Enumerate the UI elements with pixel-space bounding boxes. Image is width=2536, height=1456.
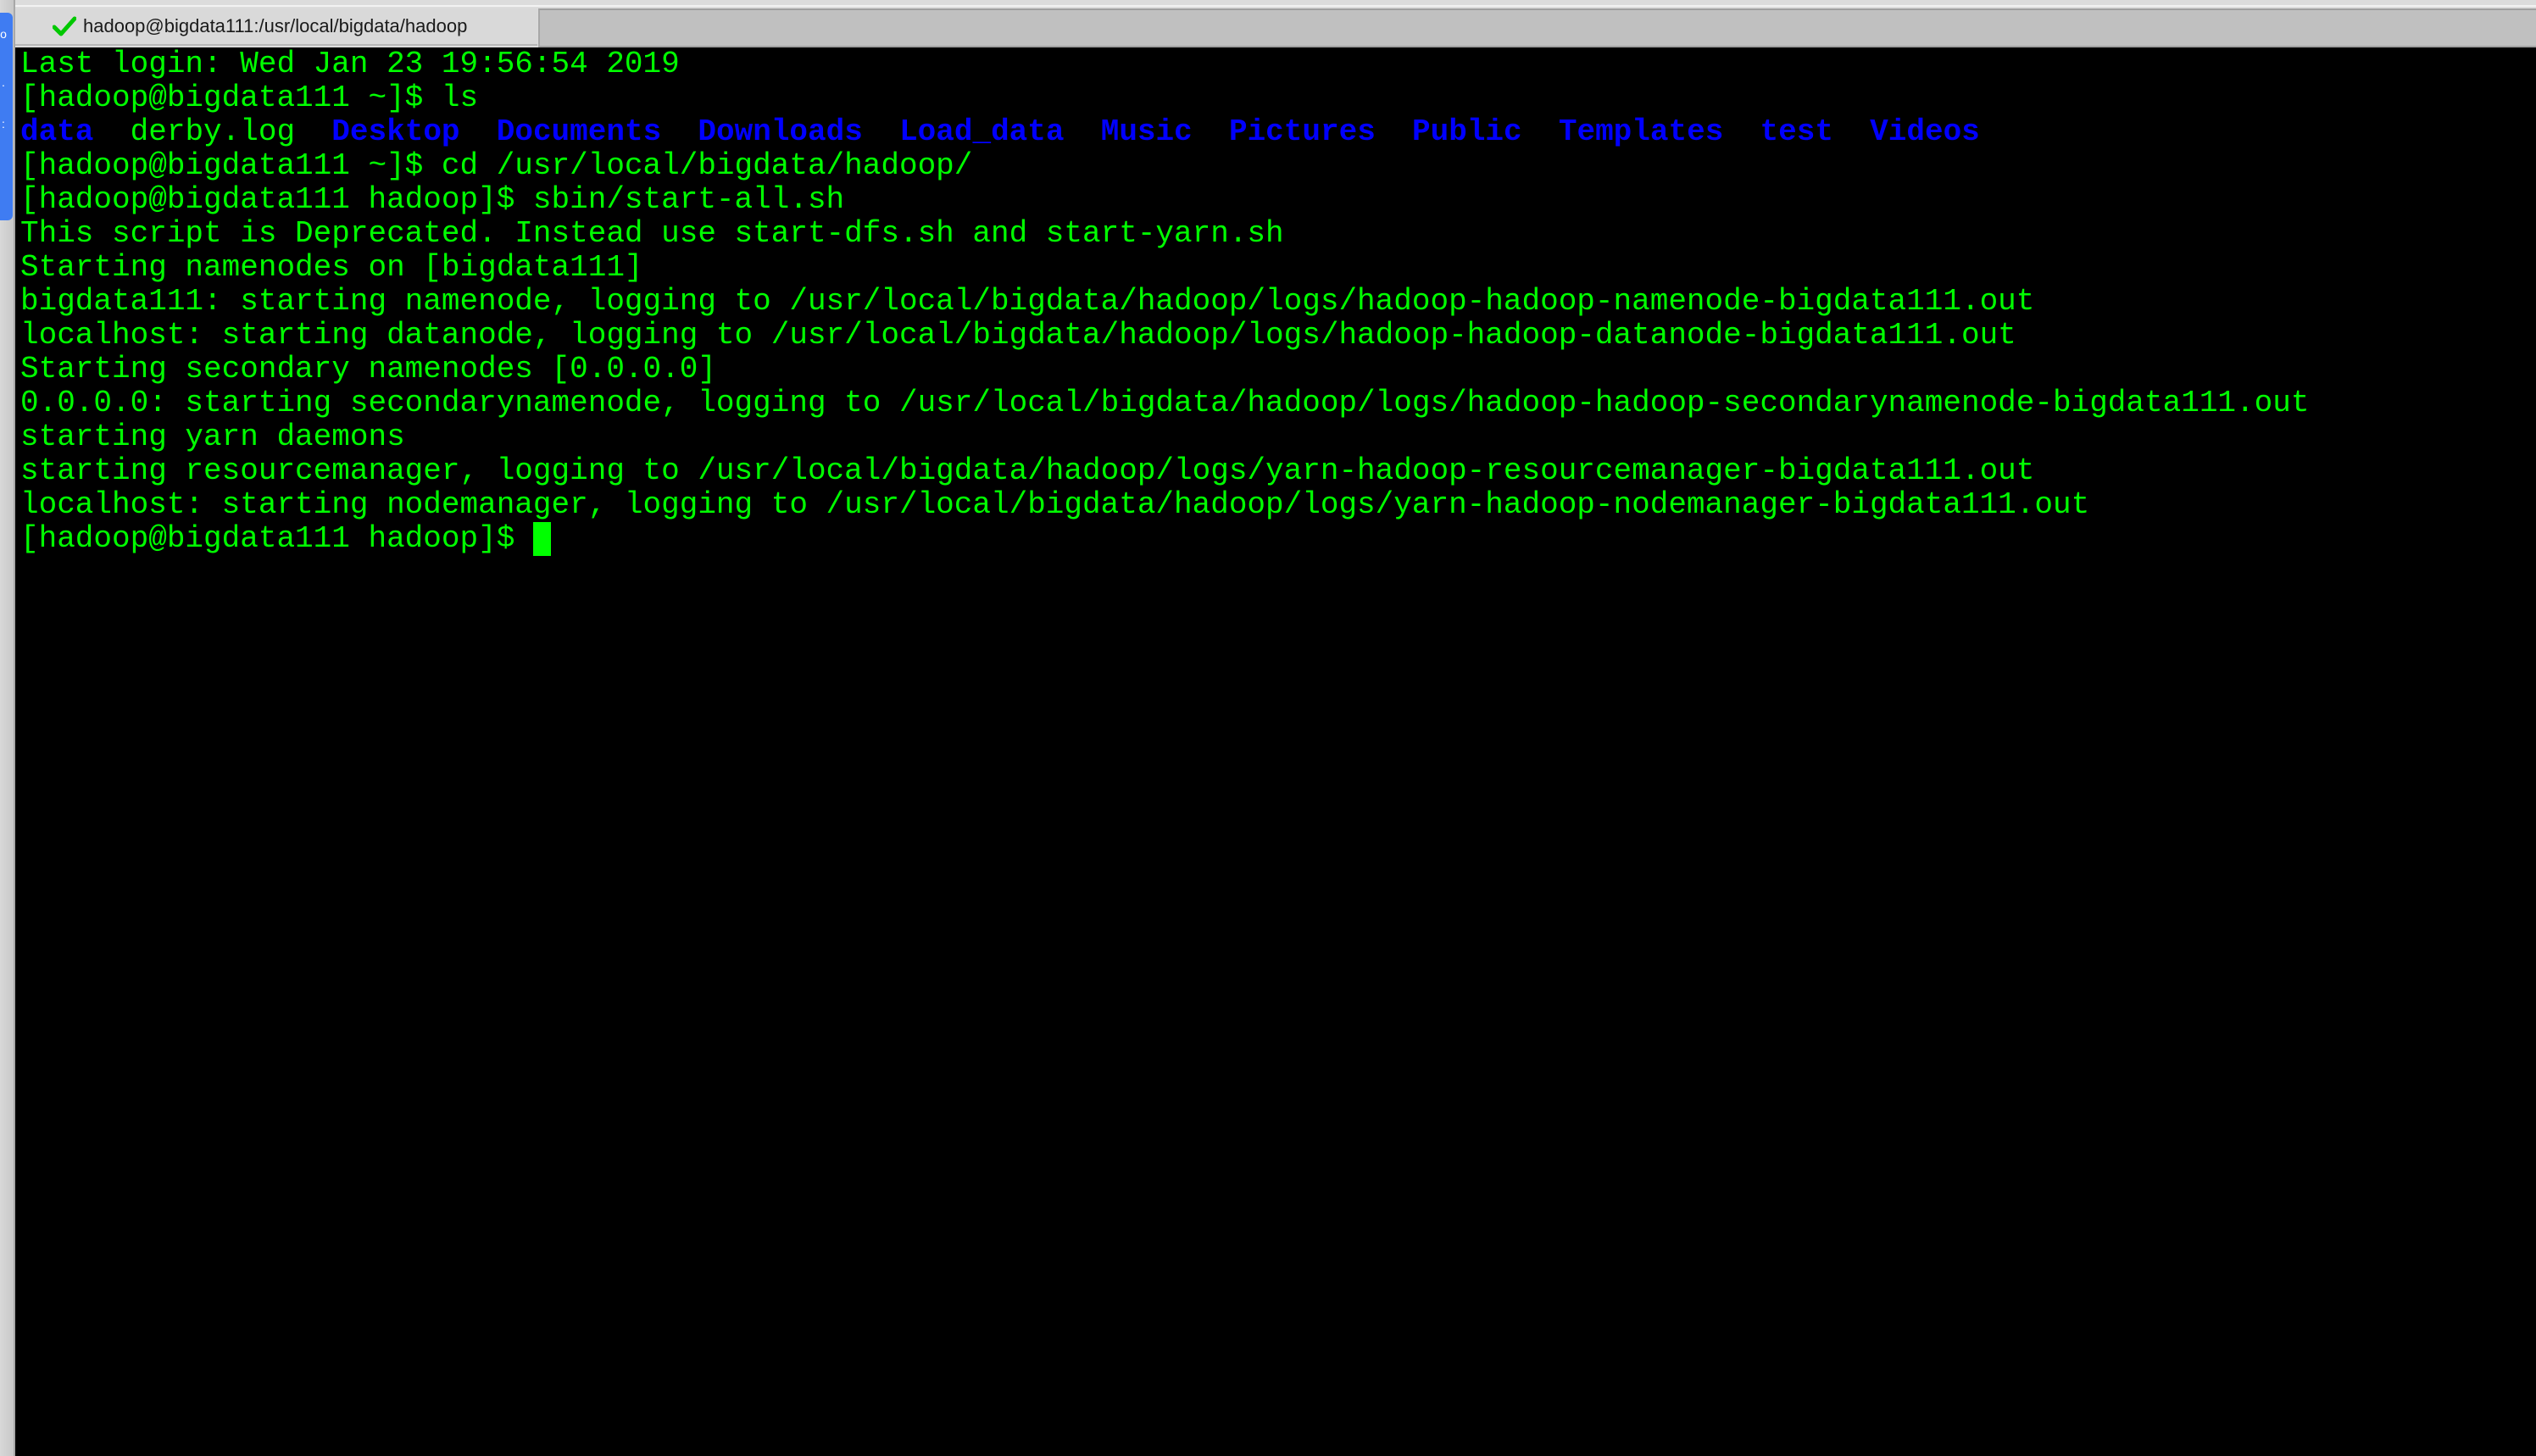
terminal-text: Last login: Wed Jan 23 19:56:54 2019 [20,47,680,81]
tab-title: hadoop@bigdata111:/usr/local/bigdata/had… [83,15,468,36]
directory-entry: Public [1412,114,1522,149]
terminal-line: data derby.log Desktop Documents Downloa… [20,115,2309,149]
tab-bar: hadoop@bigdata111:/usr/local/bigdata/had… [15,0,2536,47]
directory-entry: Videos [1870,114,1980,149]
directory-entry: Load_data [899,114,1065,149]
terminal-line: bigdata111: starting namenode, logging t… [20,285,2309,319]
terminal-line: [hadoop@bigdata111 ~]$ cd /usr/local/big… [20,149,2309,183]
checkmark-icon [52,16,77,36]
directory-entry: Music [1100,114,1193,149]
terminal-line: [hadoop@bigdata111 hadoop]$ sbin/start-a… [20,183,2309,217]
directory-entry: Pictures [1228,114,1376,149]
terminal-prompt-line[interactable]: [hadoop@bigdata111 hadoop]$ [20,522,2309,556]
side-panel-icon: o [0,27,7,41]
shell-prompt: [hadoop@bigdata111 hadoop]$ [20,521,533,556]
terminal-output-area[interactable]: Last login: Wed Jan 23 19:56:54 2019 [had… [15,47,2536,1456]
tab-session[interactable]: hadoop@bigdata111:/usr/local/bigdata/had… [15,8,537,46]
terminal-text: Starting namenodes on [bigdata111] [20,250,643,285]
terminal-line: Starting namenodes on [bigdata111] [20,251,2309,285]
terminal-line: This script is Deprecated. Instead use s… [20,217,2309,251]
directory-entry: test [1760,114,1833,149]
terminal-lines: Last login: Wed Jan 23 19:56:54 2019 [had… [20,47,2309,556]
terminal-text: starting yarn daemons [20,420,405,454]
directory-entry: data [20,114,94,149]
terminal-text: localhost: starting nodemanager, logging… [20,487,2090,522]
text-cursor [532,522,551,556]
terminal-text: localhost: starting datanode, logging to… [20,318,2016,353]
terminal-text: Starting secondary namenodes [0.0.0.0] [20,352,716,386]
directory-entry: Documents [496,114,662,149]
terminal-line: starting resourcemanager, logging to /us… [20,454,2309,488]
terminal-text: 0.0.0.0: starting secondarynamenode, log… [20,386,2310,420]
terminal-line: starting yarn daemons [20,420,2309,454]
side-panel-dot-icon: · [1,78,6,92]
terminal-line: localhost: starting nodemanager, logging… [20,488,2309,522]
terminal-text: bigdata111: starting namenode, logging t… [20,284,2035,319]
terminal-text: [hadoop@bigdata111 ~]$ cd /usr/local/big… [20,148,973,183]
terminal-line: Starting secondary namenodes [0.0.0.0] [20,353,2309,386]
terminal-line: Last login: Wed Jan 23 19:56:54 2019 [20,47,2309,81]
terminal-line: localhost: starting datanode, logging to… [20,319,2309,353]
terminal-text: starting resourcemanager, logging to /us… [20,453,2035,488]
terminal-text: [hadoop@bigdata111 hadoop]$ sbin/start-a… [20,182,845,217]
directory-entry: Downloads [698,114,863,149]
terminal-text: [hadoop@bigdata111 ~]$ ls [20,81,479,115]
directory-entry: Templates [1558,114,1724,149]
terminal-line: [hadoop@bigdata111 ~]$ ls [20,81,2309,115]
side-panel-tab[interactable]: o · : [0,13,13,220]
file-entry: derby.log [130,114,296,149]
directory-entry: Desktop [331,114,460,149]
tab-bar-empty-area [538,8,2536,47]
terminal-app-window: o · : hadoop@bigdata111:/usr/local/bigda… [0,0,2536,1456]
terminal-text: This script is Deprecated. Instead use s… [20,216,1284,251]
side-panel-glyph-icon: : [2,117,5,131]
terminal-line: 0.0.0.0: starting secondarynamenode, log… [20,386,2309,420]
